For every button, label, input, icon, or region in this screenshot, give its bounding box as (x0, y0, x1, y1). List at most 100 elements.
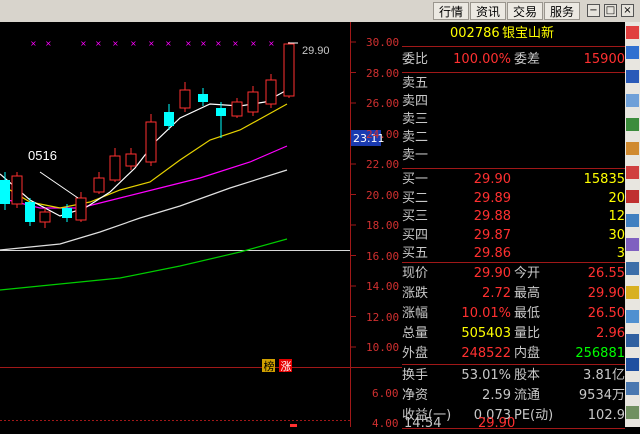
volume-axis-label: 4.00 (372, 417, 399, 430)
stat-row: 现价 29.90 今开 26.55 (402, 266, 625, 281)
candle-body (145, 121, 157, 163)
x-marker: × (45, 39, 52, 48)
x-marker: × (80, 39, 87, 48)
price-axis-label: 10.00 (366, 341, 400, 354)
x-marker: × (250, 39, 257, 48)
stock-name: 银宝山新 (502, 26, 555, 41)
tool-icon-strip (625, 22, 640, 427)
candle-body (198, 94, 208, 102)
box-icon[interactable] (626, 238, 639, 251)
buy-row-5: 买五 29.86 3 (402, 246, 625, 261)
tab-service[interactable]: 服务 (544, 2, 580, 20)
tick-row: 14:54 29.90 (404, 416, 516, 431)
price-axis-label: 20.00 (366, 188, 400, 202)
buy-row-1: 买一 29.90 15835 (402, 172, 625, 187)
fundamental-row: 净资 2.59 流通 9534万 (402, 388, 625, 403)
x-marker: × (215, 39, 222, 48)
candle-body (25, 202, 35, 222)
candle-body (231, 101, 243, 117)
star-icon[interactable] (626, 286, 639, 299)
red-a-icon[interactable] (626, 26, 639, 39)
b-icon[interactable] (626, 358, 639, 371)
close-button[interactable]: × (621, 4, 634, 17)
pattern-arrow (39, 171, 79, 199)
candle-body (0, 180, 10, 204)
line-icon[interactable] (626, 166, 639, 179)
rs-icon[interactable] (626, 334, 639, 347)
kline-icon[interactable] (626, 190, 639, 203)
stat-row: 涨幅 10.01% 最低 26.50 (402, 306, 625, 321)
kline-chart[interactable]: 0516 29.90 × × × × × × × × × × × × × × 榜 涨 23.11 (0, 22, 402, 427)
quote-header: 002786 银宝山新 (402, 24, 625, 44)
tab-trade[interactable]: 交易 (507, 2, 543, 20)
pattern-label: 0516 (28, 148, 57, 163)
candle-body (62, 208, 72, 218)
stat-row: 总量 505403 量比 2.96 (402, 326, 625, 341)
x-marker: × (232, 39, 239, 48)
sell-row-2: 卖二 (402, 130, 429, 145)
price-axis-label: 24.00 (366, 127, 400, 141)
sell-row-1: 卖一 (402, 148, 429, 163)
x-marker: × (185, 39, 192, 48)
blue-chart-icon[interactable] (626, 70, 639, 83)
buy-row-3: 买三 29.88 12 (402, 209, 625, 224)
x-marker: × (200, 39, 207, 48)
quote-panel: 002786 银宝山新 委比 100.00% 委差 15900 卖五卖四卖三卖二… (402, 22, 625, 431)
candle-body (39, 211, 51, 223)
x-marker: × (148, 39, 155, 48)
ma30-line (0, 169, 288, 251)
volume-axis-label: 6.00 (372, 387, 399, 400)
candle-body (179, 89, 191, 109)
x-marker: × (268, 39, 275, 48)
buy-row-2: 买二 29.89 20 (402, 190, 625, 206)
doc-icon[interactable] (626, 382, 639, 395)
price-axis-label: 26.00 (366, 97, 400, 110)
stock-code: 002786 (450, 26, 500, 41)
blue-grid-icon[interactable] (626, 46, 639, 59)
candle-body (283, 43, 295, 97)
minimize-button[interactable]: − (587, 4, 600, 17)
trend-icon[interactable] (626, 142, 639, 155)
tab-news[interactable]: 资讯 (470, 2, 506, 20)
x-marker: × (112, 39, 119, 48)
badge-bang: 榜 (264, 359, 275, 373)
x-marker: × (95, 39, 102, 48)
stat-row: 外盘 248522 内盘 256881 (402, 346, 625, 361)
x-marker: × (30, 39, 37, 48)
price-axis-label: 16.00 (366, 249, 400, 263)
candle-body (11, 175, 23, 205)
badge-zhang: 涨 (281, 360, 292, 373)
fundamental-row: 换手 53.01% 股本 3.81亿 (402, 368, 625, 383)
sell-row-5: 卖五 (402, 76, 429, 91)
buy-row-4: 买四 29.87 30 (402, 227, 625, 243)
settings-icon[interactable] (626, 406, 639, 419)
grid2-icon[interactable] (626, 262, 639, 275)
arrow-icon[interactable] (626, 310, 639, 323)
people-icon[interactable] (626, 214, 639, 227)
price-axis-label: 30.00 (366, 36, 400, 49)
x-marker: × (165, 39, 172, 48)
candle-body (164, 112, 174, 126)
price-axis-label: 14.00 (366, 280, 400, 293)
candle-body (265, 79, 277, 105)
stat-row: 涨跌 2.72 最高 29.90 (402, 286, 625, 301)
candle-body (75, 197, 87, 221)
high-price-label: 29.90 (302, 45, 330, 57)
weibi-row: 委比 100.00% 委差 15900 (402, 52, 625, 67)
candle-body (125, 153, 137, 167)
list-icon[interactable] (626, 94, 639, 107)
candle-body (247, 91, 259, 113)
tab-market[interactable]: 行情 (433, 2, 469, 20)
bar-icon[interactable] (626, 118, 639, 131)
price-axis-label: 18.00 (366, 219, 400, 232)
top-toolbar: 行情 资讯 交易 服务 − □ × (0, 0, 640, 22)
price-axis-label: 12.00 (366, 310, 400, 324)
x-marker: × (130, 39, 137, 48)
sell-row-4: 卖四 (402, 94, 429, 109)
sell-row-3: 卖三 (402, 112, 429, 127)
candle-body (93, 177, 105, 193)
price-axis-label: 28.00 (366, 66, 400, 80)
price-axis-label: 22.00 (366, 158, 400, 171)
maximize-button[interactable]: □ (604, 4, 617, 17)
ma60-line (0, 238, 288, 291)
